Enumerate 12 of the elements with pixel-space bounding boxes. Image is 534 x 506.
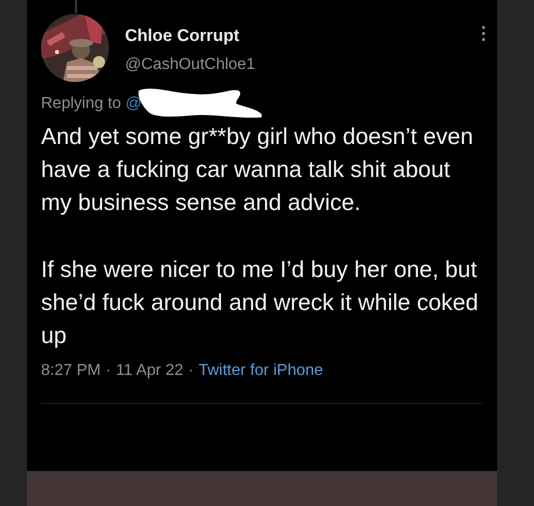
source-link[interactable]: Twitter for iPhone — [198, 362, 324, 379]
tweet-date[interactable]: 11 Apr 22 — [116, 362, 184, 379]
tweet-text: And yet some gr**by girl who doesn’t even have a fucking car wanna talk shit about my business sense and advice. — [41, 122, 474, 217]
separator-dot: · — [188, 362, 194, 379]
separator-dot: · — [106, 362, 111, 379]
thread-line — [75, 0, 77, 13]
reply-handle-link[interactable]: @ — [126, 95, 142, 112]
tweet-time[interactable]: 8:27 PM — [41, 362, 101, 379]
tweet-text: If she were nicer to me I’d buy her one, but she’d fuck around and wreck it while coked up — [41, 255, 480, 350]
author-name[interactable]: Chloe Corrupt — [125, 26, 482, 46]
reply-label: Replying to — [41, 95, 122, 112]
author-handle[interactable]: @CashOutChloe1 — [125, 55, 482, 75]
